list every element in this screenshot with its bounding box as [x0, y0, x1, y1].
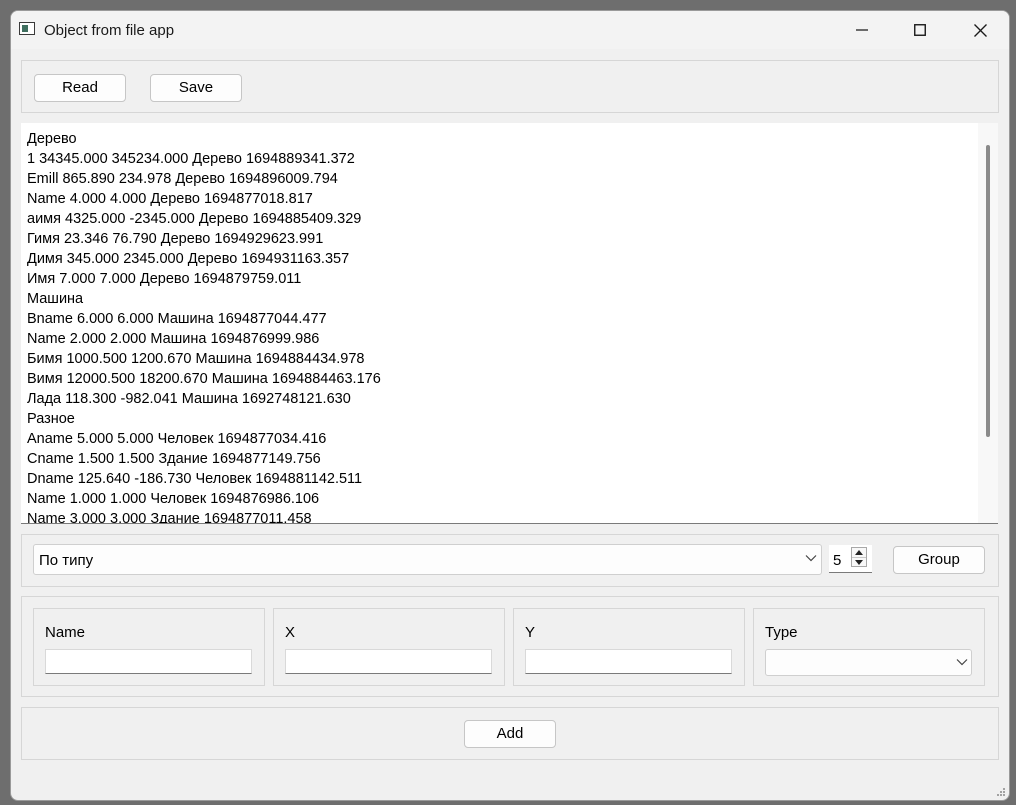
text-line: Димя 345.000 2345.000 Дерево 1694931163.…: [27, 251, 350, 267]
triangle-down-icon: [855, 560, 863, 565]
resize-grip-icon[interactable]: [996, 787, 1006, 797]
text-line: Name 2.000 2.000 Машина 1694876999.986: [27, 331, 320, 347]
text-line: Emill 865.890 234.978 Дерево 1694896009.…: [27, 171, 338, 187]
text-line: Bname 6.000 6.000 Машина 1694877044.477: [27, 311, 327, 327]
text-line: Cname 1.500 1.500 Здание 1694877149.756: [27, 451, 321, 467]
maximize-icon: [914, 24, 926, 36]
spin-up-button[interactable]: [852, 548, 866, 557]
close-button[interactable]: [951, 11, 1009, 49]
save-button[interactable]: Save: [150, 74, 242, 102]
x-input[interactable]: [285, 649, 492, 674]
y-input[interactable]: [525, 649, 732, 674]
text-line: Бимя 1000.500 1200.670 Машина 1694884434…: [27, 351, 365, 367]
maximize-button[interactable]: [891, 11, 949, 49]
chevron-down-icon: [956, 659, 968, 666]
name-label: Name: [45, 624, 86, 641]
y-field-box: Y: [513, 608, 745, 686]
read-button[interactable]: Read: [34, 74, 126, 102]
text-line: Лада 118.300 -982.041 Машина 1692748121.…: [27, 391, 351, 407]
objects-text-area[interactable]: Дерево 1 34345.000 345234.000 Дерево 1694…: [21, 123, 998, 524]
vertical-scrollbar[interactable]: [978, 123, 998, 523]
text-line: Name 1.000 1.000 Человек 1694876986.106: [27, 491, 320, 507]
text-line: Гимя 23.346 76.790 Дерево 1694929623.991: [27, 231, 324, 247]
text-line: Aname 5.000 5.000 Человек 1694877034.416: [27, 431, 327, 447]
minimize-icon: [856, 29, 868, 31]
add-button[interactable]: Add: [464, 720, 556, 748]
text-line: Вимя 12000.500 18200.670 Машина 16948844…: [27, 371, 381, 387]
objects-text-content: Дерево 1 34345.000 345234.000 Дерево 1694…: [27, 129, 381, 524]
group-count-spinbox[interactable]: 5: [829, 545, 872, 573]
type-label: Type: [765, 624, 798, 641]
window-title: Object from file app: [44, 22, 175, 39]
close-icon: [973, 23, 987, 37]
text-line: Dname 125.640 -186.730 Человек 169488114…: [27, 471, 363, 487]
chevron-down-icon: [805, 555, 817, 562]
text-line: Дерево: [27, 131, 77, 147]
text-line: аимя 4325.000 -2345.000 Дерево 169488540…: [27, 211, 362, 227]
group-count-value: 5: [833, 552, 842, 569]
text-line: Name 3.000 3.000 Здание 1694877011.458: [27, 511, 312, 524]
text-line: 1 34345.000 345234.000 Дерево 1694889341…: [27, 151, 355, 167]
x-label: X: [285, 624, 296, 641]
sort-type-select[interactable]: По типу: [33, 544, 822, 575]
title-bar[interactable]: Object from file app: [11, 11, 1009, 49]
y-label: Y: [525, 624, 536, 641]
text-line: Name 4.000 4.000 Дерево 1694877018.817: [27, 191, 313, 207]
type-select[interactable]: [765, 649, 972, 676]
text-line: Машина: [27, 291, 84, 307]
spin-down-button[interactable]: [852, 557, 866, 567]
name-input[interactable]: [45, 649, 252, 674]
spin-buttons: [851, 547, 867, 567]
scrollbar-thumb[interactable]: [986, 145, 990, 437]
sort-type-value: По типу: [39, 552, 94, 569]
name-field-box: Name: [33, 608, 265, 686]
text-line: Имя 7.000 7.000 Дерево 1694879759.011: [27, 271, 302, 287]
app-window: Object from file app Read Save Дерево 1 3…: [10, 10, 1010, 801]
type-field-box: Type: [753, 608, 985, 686]
triangle-up-icon: [855, 550, 863, 555]
minimize-button[interactable]: [833, 11, 891, 49]
x-field-box: X: [273, 608, 505, 686]
app-icon: [19, 22, 35, 35]
text-line: Разное: [27, 411, 75, 427]
group-button[interactable]: Group: [893, 546, 985, 574]
